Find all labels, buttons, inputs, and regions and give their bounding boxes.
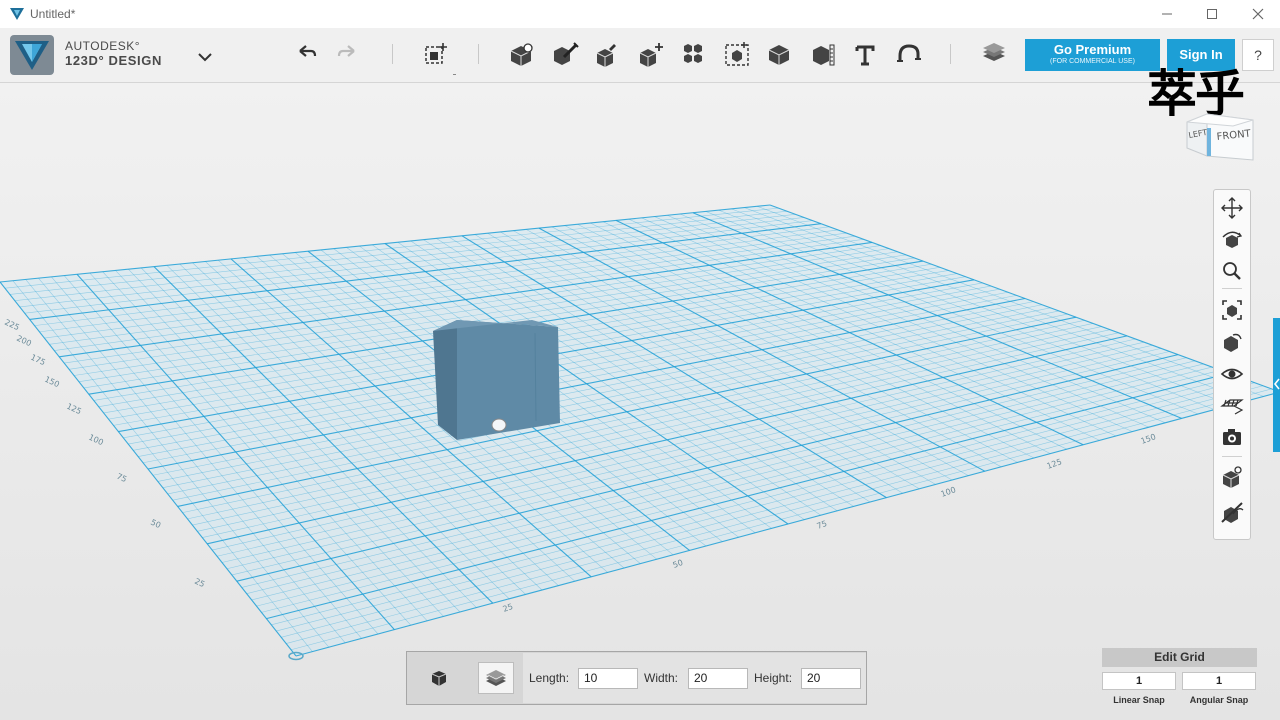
grid-axis-label: 150 [1140, 432, 1157, 446]
text-icon[interactable] [850, 39, 880, 69]
grid-axis-label: 50 [672, 558, 685, 570]
premium-sublabel: (FOR COMMERCIAL USE) [1050, 58, 1135, 65]
brand-logo-icon[interactable] [10, 35, 54, 75]
measure-icon[interactable] [808, 39, 838, 69]
grid-axis-label: 50 [149, 518, 162, 530]
visibility-icon[interactable] [1219, 361, 1245, 387]
app-logo-icon [10, 8, 24, 20]
linear-snap-input[interactable]: 1 [1102, 672, 1176, 690]
linear-snap-label: Linear Snap [1113, 695, 1165, 705]
window-title: Untitled* [30, 7, 76, 21]
navigation-bar [1213, 189, 1251, 540]
width-label: Width: [644, 671, 679, 685]
transform-icon[interactable] [421, 39, 456, 75]
toolbar-divider [392, 44, 393, 64]
grid-axis-label: 125 [1046, 457, 1063, 471]
screenshot-icon[interactable] [1219, 424, 1245, 450]
workplane-surface [0, 205, 1280, 656]
edit-grid-panel: Edit Grid 1 1 Linear Snap Angular Snap [1102, 648, 1257, 710]
orbit-icon[interactable] [1219, 227, 1245, 253]
grid-axis-label: 100 [87, 433, 105, 448]
edit-grid-button[interactable]: Edit Grid [1102, 648, 1257, 667]
toolbar-divider [950, 44, 951, 64]
snap-icon[interactable] [893, 39, 923, 69]
grid-axis-label: 150 [43, 375, 61, 390]
construct-icon[interactable] [592, 39, 622, 69]
brand-line-1: AUTODESK° [65, 39, 141, 53]
material-display-icon[interactable] [1219, 464, 1245, 490]
grid-axis-label: 25 [502, 602, 515, 614]
sketch-icon[interactable] [550, 39, 580, 69]
grid-axis-label: 75 [115, 472, 128, 484]
width-input[interactable]: 20 [688, 668, 748, 689]
solid-box-icon[interactable] [421, 665, 457, 693]
angular-snap-label: Angular Snap [1189, 695, 1249, 705]
undo-icon[interactable] [291, 39, 321, 69]
height-input[interactable]: 20 [801, 668, 861, 689]
nav-divider [1222, 288, 1242, 289]
grid-axis-label: 125 [65, 402, 83, 417]
dimension-fields: Length: 10 Width: 20 Height: 20 [523, 653, 866, 703]
length-label: Length: [529, 671, 570, 685]
snap-point-marker[interactable] [491, 418, 507, 432]
fit-icon[interactable] [1219, 297, 1245, 323]
chevron-left-icon[interactable] [1274, 378, 1280, 390]
premium-label: Go Premium [1053, 42, 1132, 57]
combine-icon[interactable] [764, 39, 794, 69]
zoom-icon[interactable] [1219, 258, 1245, 284]
grid-display-icon[interactable] [1219, 392, 1245, 418]
workplane-grid[interactable]: 25 50 75 100 125 150 175 200225 25 50 75 100 125 150 [0, 83, 1280, 720]
box-front-face[interactable] [457, 320, 560, 440]
grouping-icon[interactable] [722, 39, 752, 69]
brand-line-2: 123D° DESIGN [65, 53, 162, 68]
layers-icon[interactable] [478, 662, 514, 694]
primitives-icon[interactable] [506, 39, 536, 69]
redo-icon[interactable] [333, 39, 363, 69]
close-icon[interactable] [1249, 5, 1267, 23]
window-title-bar: Untitled* [0, 0, 1280, 29]
go-premium-button[interactable]: Go Premium (FOR COMMERCIAL USE) [1025, 39, 1160, 71]
grid-axis-label: 75 [816, 519, 829, 531]
maximize-icon[interactable] [1203, 5, 1221, 23]
pan-icon[interactable] [1219, 195, 1245, 221]
views-icon[interactable] [1219, 329, 1245, 355]
grid-axis-label: 175 [29, 353, 47, 368]
grid-axis-label: 100 [940, 485, 957, 499]
minimize-icon[interactable] [1158, 5, 1176, 23]
nav-divider [1222, 456, 1242, 457]
grid-axis-label: 25 [193, 577, 206, 589]
main-toolbar: AUTODESK° 123D° DESIGN Go Premium (FOR C… [0, 28, 1280, 83]
help-button[interactable]: ? [1242, 39, 1274, 71]
hide-icon[interactable] [1219, 500, 1245, 526]
toolbar-divider [478, 44, 479, 64]
grid-axis-label: 225 [3, 318, 21, 333]
dimensions-panel: Length: 10 Width: 20 Height: 20 [406, 651, 867, 705]
material-icon[interactable] [979, 39, 1009, 69]
3d-viewport[interactable]: 25 50 75 100 125 150 175 200 225 25 50 75 100 125 150 [0, 83, 1280, 720]
length-input[interactable]: 10 [578, 668, 638, 689]
modify-icon[interactable] [636, 39, 666, 69]
angular-snap-input[interactable]: 1 [1182, 672, 1256, 690]
pattern-icon[interactable] [678, 39, 708, 69]
chevron-down-icon[interactable] [196, 50, 214, 64]
grid-axis-label: 200 [15, 334, 33, 349]
viewcube[interactable]: LEFT FRONT [1185, 108, 1255, 166]
height-label: Height: [754, 671, 793, 685]
brand-name[interactable]: AUTODESK° 123D° DESIGN [65, 39, 162, 69]
